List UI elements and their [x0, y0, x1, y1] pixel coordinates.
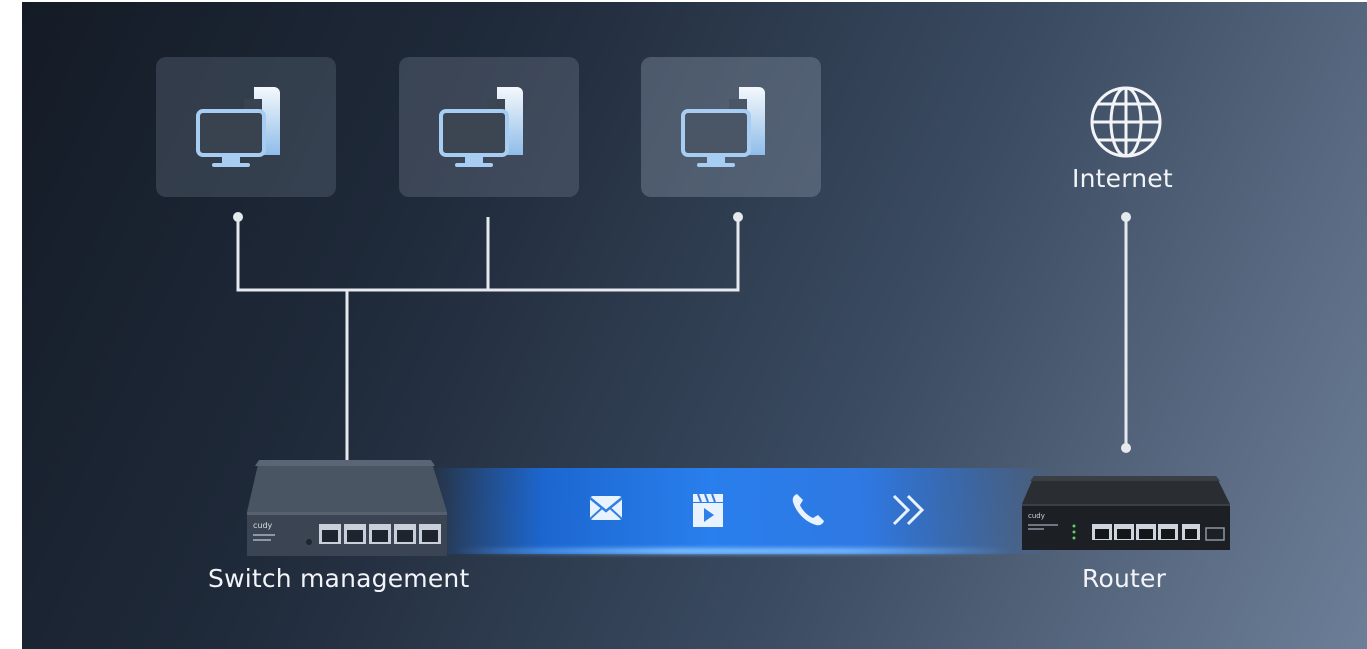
wire-node [1121, 443, 1131, 453]
wire-node [233, 212, 243, 222]
wire-node [1121, 212, 1131, 222]
data-flow-glow [452, 548, 1012, 554]
client-computer-card [399, 57, 579, 197]
switch-brand: cudy [253, 521, 273, 530]
router-brand: cudy [1028, 512, 1045, 520]
client-computer-card [156, 57, 336, 197]
internet-label: Internet [1072, 164, 1173, 193]
computer-icon [439, 87, 523, 167]
switch-device: cudy [247, 460, 447, 556]
phone-icon [792, 494, 824, 526]
video-icon [693, 493, 723, 527]
diagram-canvas: Internet cudy Switch management cudy Rou… [22, 2, 1367, 649]
globe-icon [1090, 86, 1162, 158]
router-device: cudy [1022, 476, 1230, 550]
data-flow-beam [432, 468, 1052, 554]
router-label: Router [1082, 564, 1167, 593]
computer-icon [681, 87, 765, 167]
switch-label: Switch management [208, 564, 470, 593]
mail-icon [589, 496, 623, 520]
computer-icon [196, 87, 280, 167]
wire-node [733, 212, 743, 222]
forward-icon [892, 494, 925, 526]
client-computer-card [641, 57, 821, 197]
